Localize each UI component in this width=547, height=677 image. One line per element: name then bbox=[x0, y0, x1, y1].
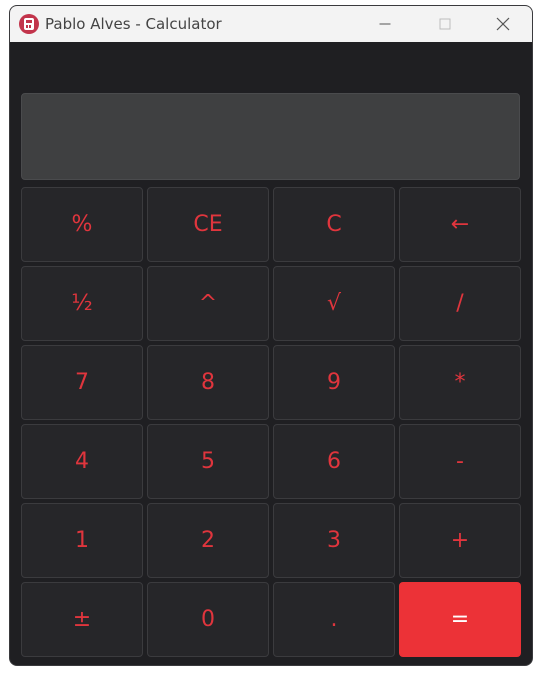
key-9[interactable]: 9 bbox=[273, 345, 395, 420]
title-bar[interactable]: Pablo Alves - Calculator bbox=[10, 6, 532, 42]
key-8[interactable]: 8 bbox=[147, 345, 269, 420]
key-add[interactable]: + bbox=[399, 503, 521, 578]
maximize-icon bbox=[439, 18, 451, 30]
key-7[interactable]: 7 bbox=[21, 345, 143, 420]
calculator-icon bbox=[19, 14, 39, 34]
key-2[interactable]: 2 bbox=[147, 503, 269, 578]
result-display bbox=[21, 93, 520, 180]
key-sqrt[interactable]: √ bbox=[273, 266, 395, 341]
key-subtract[interactable]: - bbox=[399, 424, 521, 499]
close-button[interactable] bbox=[480, 6, 526, 42]
calculator-window: Pablo Alves - Calculator % CE C ← ½ ^ √/ 7 8 9 * 4 5… bbox=[9, 5, 533, 666]
key-3[interactable]: 3 bbox=[273, 503, 395, 578]
key-4[interactable]: 4 bbox=[21, 424, 143, 499]
key-half[interactable]: ½ bbox=[21, 266, 143, 341]
key-clear[interactable]: C bbox=[273, 187, 395, 262]
key-power[interactable]: ^ bbox=[147, 266, 269, 341]
key-percent[interactable]: % bbox=[21, 187, 143, 262]
key-negate[interactable]: ± bbox=[21, 582, 143, 657]
key-5[interactable]: 5 bbox=[147, 424, 269, 499]
minimize-icon bbox=[379, 23, 391, 25]
key-multiply[interactable]: * bbox=[399, 345, 521, 420]
key-divide[interactable]: / bbox=[399, 266, 521, 341]
minimize-button[interactable] bbox=[362, 6, 408, 42]
key-equals[interactable]: = bbox=[399, 582, 521, 657]
key-6[interactable]: 6 bbox=[273, 424, 395, 499]
key-1[interactable]: 1 bbox=[21, 503, 143, 578]
keypad: % CE C ← ½ ^ √/ 7 8 9 * 4 5 6- 1 2 3 + ±0. = bbox=[21, 187, 521, 657]
key-decimal[interactable]: . bbox=[273, 582, 395, 657]
window-title: Pablo Alves - Calculator bbox=[45, 15, 222, 33]
key-backspace[interactable]: ← bbox=[399, 187, 521, 262]
maximize-button[interactable] bbox=[422, 6, 468, 42]
close-icon bbox=[496, 17, 510, 31]
key-0[interactable]: 0 bbox=[147, 582, 269, 657]
key-clear-entry[interactable]: CE bbox=[147, 187, 269, 262]
